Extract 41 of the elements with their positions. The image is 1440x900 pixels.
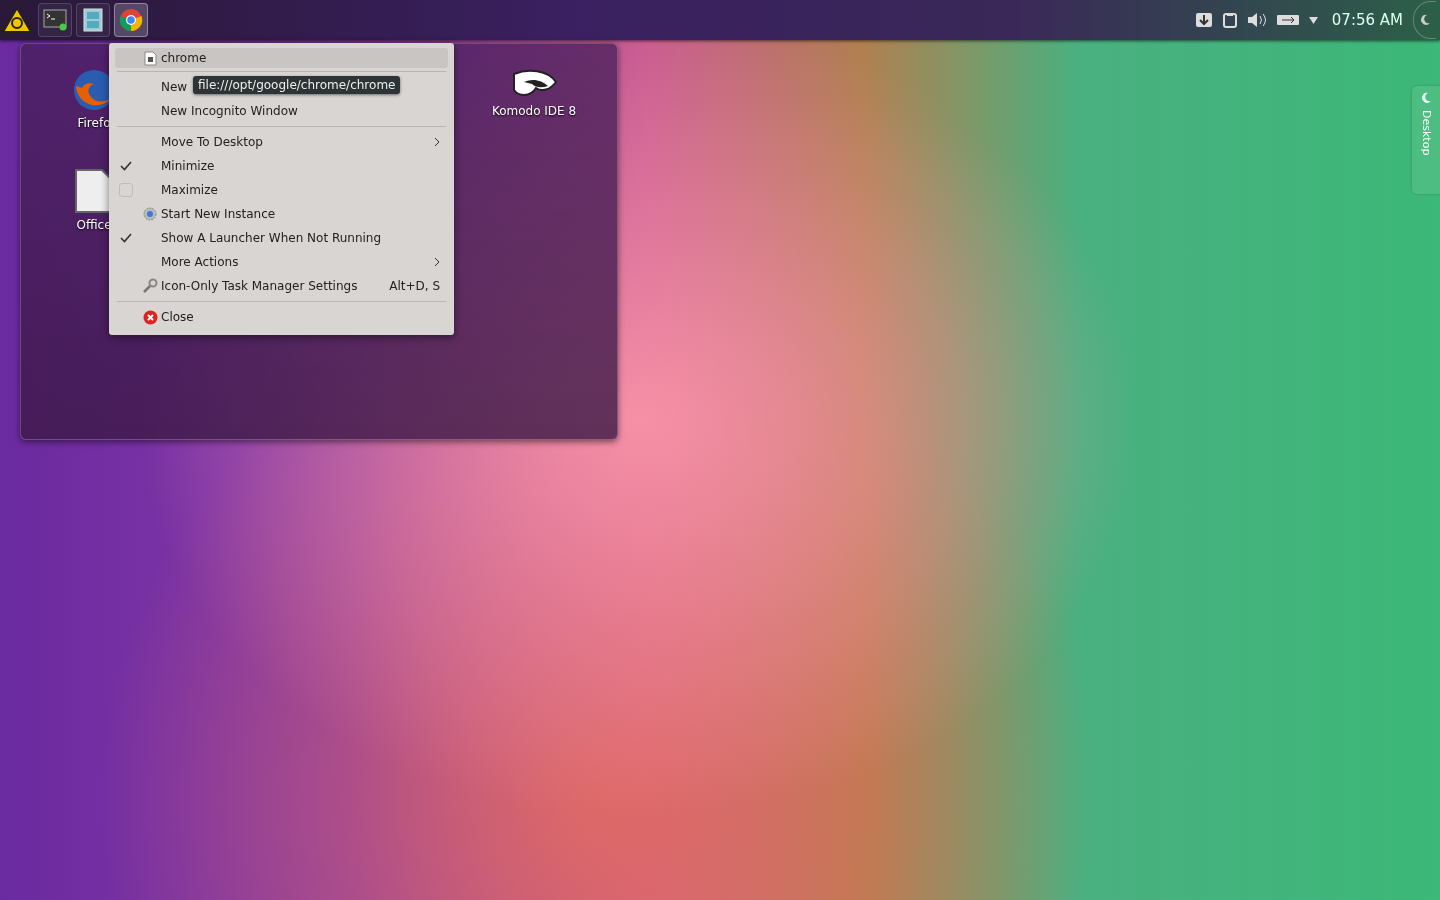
app-icon	[143, 50, 157, 66]
chevron-right-icon	[434, 137, 440, 147]
menu-item[interactable]: New Incognito Window	[161, 104, 298, 118]
task-button[interactable]	[114, 3, 148, 37]
menu-item[interactable]: New	[161, 80, 188, 94]
chevron-right-icon	[434, 257, 440, 267]
usb-icon[interactable]	[1276, 14, 1299, 26]
task-button[interactable]	[38, 3, 72, 37]
checkbox[interactable]	[119, 159, 133, 173]
menu-item[interactable]: Move To Desktop	[161, 135, 263, 149]
dropdown-arrow-icon[interactable]	[1308, 16, 1318, 24]
menu-title: chrome	[161, 51, 207, 65]
file-cabinet-icon	[83, 8, 103, 32]
check-icon	[120, 233, 132, 243]
clock[interactable]: 07:56 AM	[1331, 11, 1403, 29]
check-icon	[120, 161, 132, 171]
checkbox[interactable]	[119, 183, 133, 197]
gear-icon	[143, 207, 157, 221]
task-button[interactable]	[76, 3, 110, 37]
close-icon	[142, 309, 158, 325]
desktop-icon-label[interactable]: Komodo IDE 8	[491, 104, 577, 118]
desktop-icon-label[interactable]: Firefo	[77, 116, 111, 130]
shortcut-label: Alt+D, S	[389, 279, 440, 293]
clipboard-icon[interactable]	[1222, 12, 1237, 28]
crescent-icon	[1419, 14, 1431, 26]
volume-icon[interactable]	[1246, 12, 1267, 28]
terminal-icon	[43, 9, 67, 31]
menu-item[interactable]: Start New Instance	[161, 207, 276, 221]
browser-icon	[119, 8, 143, 32]
menu-item[interactable]: Maximize	[161, 183, 218, 197]
download-icon[interactable]	[1194, 12, 1213, 28]
menu-item[interactable]: More Actions	[161, 255, 239, 269]
panel-toolbox[interactable]	[1413, 1, 1436, 39]
menu-item[interactable]: Close	[161, 310, 194, 324]
checkbox[interactable]	[119, 231, 133, 245]
menu-item[interactable]: Minimize	[161, 159, 215, 173]
menu-item[interactable]: Icon-Only Task Manager Settings	[161, 279, 358, 293]
tooltip: file:///opt/google/chrome/chrome	[193, 76, 401, 94]
menu-item[interactable]: Show A Launcher When Not Running	[161, 231, 382, 245]
side-tab-label: Desktop	[1419, 110, 1433, 156]
crescent-icon	[1420, 92, 1432, 104]
